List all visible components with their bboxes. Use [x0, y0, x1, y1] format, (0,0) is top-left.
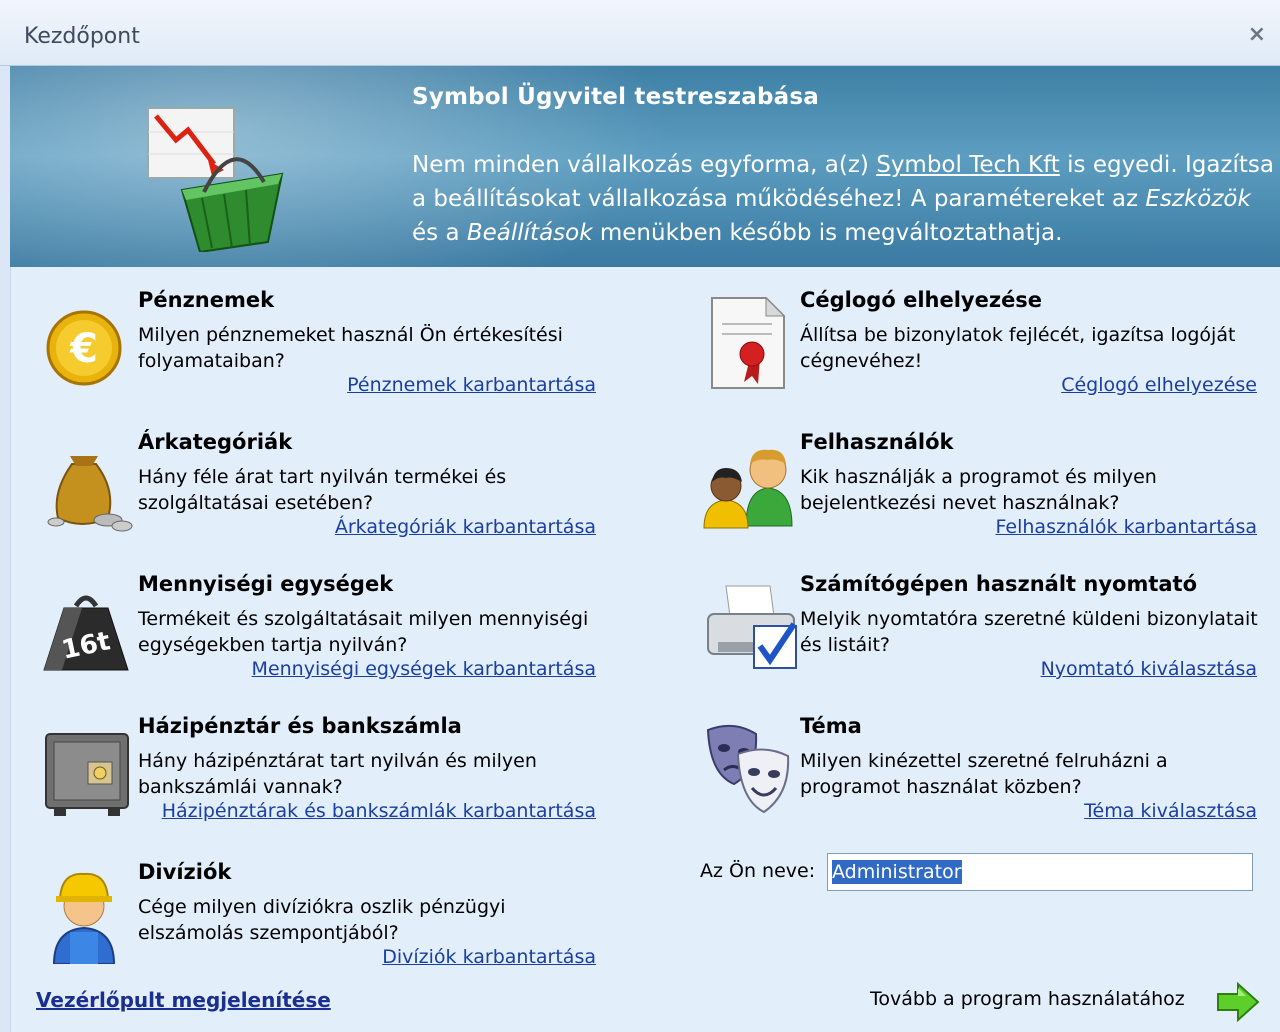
money-bag-icon — [47, 456, 133, 532]
divisions-link[interactable]: Divíziók karbantartása — [382, 946, 596, 968]
certificate-icon — [711, 296, 786, 389]
svg-text:€: € — [69, 326, 98, 372]
worker-icon — [52, 872, 116, 964]
safe-icon — [45, 733, 129, 816]
printer-link[interactable]: Nyomtató kiválasztása — [1041, 658, 1257, 680]
section-description: Milyen kinézettel szeretné felruházni a … — [800, 750, 1168, 798]
euro-coin-icon: € — [46, 310, 122, 386]
section-description: Milyen pénznemeket használ Ön értékesíté… — [138, 324, 563, 372]
company-link[interactable]: Symbol Tech Kft — [876, 152, 1060, 178]
section-description: Hány féle árat tart nyilván termékei és … — [138, 466, 507, 514]
name-label: Az Ön neve: — [700, 860, 816, 882]
section-title: Mennyiségi egységek — [138, 572, 394, 596]
currencies-link[interactable]: Pénznemek karbantartása — [347, 374, 596, 396]
section-description: Termékeit és szolgáltatásait milyen menn… — [138, 608, 589, 656]
section-title: Számítógépen használt nyomtató — [800, 572, 1198, 596]
theme-link[interactable]: Téma kiválasztása — [1084, 800, 1257, 822]
printer-check-icon — [707, 585, 797, 669]
section-title: Céglogó elhelyezése — [800, 288, 1043, 312]
units-link[interactable]: Mennyiségi egységek karbantartása — [252, 658, 596, 680]
section-title: Árkategóriák — [138, 430, 293, 454]
header-banner: Symbol Ügyvitel testreszabása Nem minden… — [10, 66, 1280, 267]
section-description: Állítsa be bizonylatok fejlécét, igazíts… — [800, 324, 1236, 372]
weight-16t-icon: 16t — [43, 595, 129, 671]
window-title: Kezdőpont — [24, 24, 140, 49]
logo-link[interactable]: Céglogó elhelyezése — [1061, 374, 1257, 396]
section-description: Hány házipénztárat tart nyilván és milye… — [138, 750, 537, 798]
section-description: Kik használják a programot és milyen bej… — [800, 466, 1157, 514]
name-input-value: Administrator — [832, 860, 962, 884]
theater-masks-icon — [706, 724, 790, 814]
continue-label[interactable]: Tovább a program használatához — [870, 988, 1185, 1010]
users-icon — [703, 449, 793, 529]
section-title: Házipénztár és bankszámla — [138, 714, 462, 738]
name-input[interactable]: Administrator — [827, 853, 1253, 891]
banner-heading: Symbol Ügyvitel testreszabása — [412, 84, 819, 110]
section-title: Pénznemek — [138, 288, 275, 312]
window-titlebar: Kezdőpont × — [0, 0, 1280, 66]
cash-bank-link[interactable]: Házipénztárak és bankszámlák karbantartá… — [162, 800, 596, 822]
close-icon[interactable]: × — [1248, 22, 1266, 47]
menu-tools-text: Eszközök — [1145, 186, 1251, 212]
banner-description: Nem minden vállalkozás egyforma, a(z) Sy… — [412, 148, 1278, 250]
banner-text-3: és a — [412, 220, 467, 246]
section-description: Melyik nyomtatóra szeretné küldeni bizon… — [800, 608, 1258, 656]
control-panel-link[interactable]: Vezérlőpult megjelenítése — [36, 988, 331, 1012]
price-categories-link[interactable]: Árkategóriák karbantartása — [335, 516, 596, 538]
users-link[interactable]: Felhasználók karbantartása — [996, 516, 1257, 538]
menu-settings-text: Beállítások — [466, 220, 593, 246]
arrow-right-icon[interactable] — [1216, 982, 1260, 1022]
section-title: Téma — [800, 714, 862, 738]
section-description: Cége milyen divíziókra oszlik pénzügyi e… — [138, 896, 506, 944]
banner-text-1: Nem minden vállalkozás egyforma, a(z) — [412, 152, 877, 178]
chart-basket-icon — [147, 107, 284, 252]
banner-text-4: menükben később is megváltoztathatja. — [592, 220, 1063, 246]
section-title: Felhasználók — [800, 430, 954, 454]
section-title: Divíziók — [138, 860, 232, 884]
